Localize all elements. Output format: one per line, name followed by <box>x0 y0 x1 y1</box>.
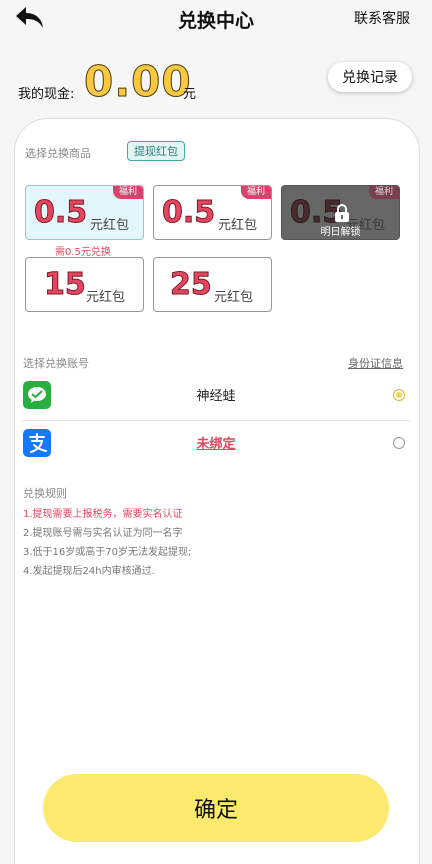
confirm-button[interactable]: 确定 <box>43 774 389 842</box>
card-value: 0.5 <box>161 195 216 230</box>
id-card-info-link[interactable]: 身份证信息 <box>348 355 403 371</box>
exchange-record-button[interactable]: 兑换记录 <box>328 62 412 92</box>
cash-label: 我的现金: <box>18 87 75 102</box>
product-card-2[interactable]: 福利 0.5 元红包 <box>153 185 272 240</box>
welfare-badge: 福利 <box>240 186 271 199</box>
rule-item: 3.低于16岁或高于70岁无法发起提现; <box>23 547 192 558</box>
account-radio[interactable] <box>393 389 405 401</box>
card-value: 0.5 <box>33 195 88 230</box>
account-row-alipay[interactable]: 未绑定 <box>21 423 411 469</box>
account-row-wechat[interactable]: 神经蛙 <box>21 375 411 421</box>
product-card-5[interactable]: 25 元红包 <box>153 257 272 312</box>
rules-title: 兑换规则 <box>23 487 67 500</box>
card-value: 15 <box>44 267 87 302</box>
account-section-label: 选择兑换账号 <box>23 357 89 370</box>
divider <box>21 420 411 421</box>
product-card-3-locked: 福利 0.5 元红包 明日解锁 <box>281 185 400 240</box>
cash-balance: 我的现金: 0.00 元 <box>18 55 318 107</box>
exchange-panel: 选择兑换商品 提现红包 福利 0.5 元红包 需0.5元兑换 福利 0.5 元红… <box>14 118 420 864</box>
welfare-badge: 福利 <box>368 186 399 199</box>
card-unit: 元红包 <box>86 290 126 305</box>
product-section-label: 选择兑换商品 <box>25 147 91 160</box>
withdraw-redpacket-tag[interactable]: 提现红包 <box>127 141 185 161</box>
account-unbound-link[interactable]: 未绑定 <box>21 433 411 452</box>
welfare-badge: 福利 <box>112 186 143 199</box>
cash-unit: 元 <box>183 87 197 102</box>
card-price-note: 需0.5元兑换 <box>55 247 111 258</box>
rule-item: 1.提现需要上报税务，需要实名认证 <box>23 509 183 520</box>
card-value: 25 <box>170 267 213 302</box>
card-unit: 元红包 <box>214 290 254 305</box>
unlock-tomorrow-label: 明日解锁 <box>320 227 361 238</box>
rule-item: 2.提现账号需与实名认证为同一名字 <box>23 528 183 539</box>
product-card-1[interactable]: 福利 0.5 元红包 <box>25 185 144 240</box>
account-name: 神经蛙 <box>196 389 236 404</box>
cash-amount: 0.00 <box>84 57 192 107</box>
card-unit: 元红包 <box>218 218 258 233</box>
rule-item: 4.发起提现后24h内审核通过. <box>23 566 155 577</box>
product-card-4[interactable]: 15 元红包 <box>25 257 144 312</box>
top-bar: 兑换中心 联系客服 <box>0 0 432 40</box>
contact-support-link[interactable]: 联系客服 <box>354 8 410 28</box>
lock-icon <box>334 204 350 222</box>
card-unit: 元红包 <box>90 218 130 233</box>
account-radio[interactable] <box>393 437 405 449</box>
